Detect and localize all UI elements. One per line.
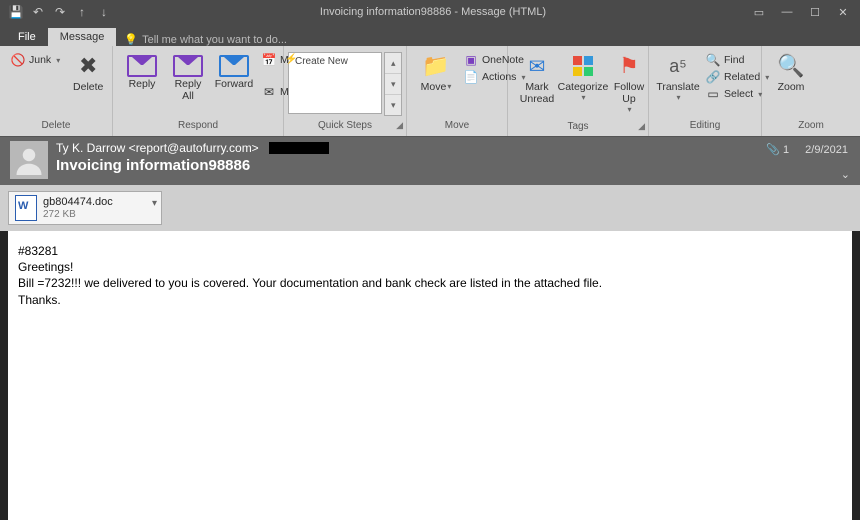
attachment-indicator: 📎 1 <box>766 143 789 156</box>
ribbon: 🚫 Junk▾ ✖ Delete Delete Reply <box>0 46 860 137</box>
create-new-quickstep: Create New <box>295 56 348 67</box>
group-label-quicksteps: Quick Steps◢ <box>284 120 406 136</box>
select-icon: ▭ <box>706 87 720 101</box>
outlook-message-window: 💾 ↶ ↷ ↑ ↓ Invoicing information98886 - M… <box>0 0 860 520</box>
group-zoom: 🔍 Zoom Zoom <box>762 46 860 136</box>
attachment-menu-button[interactable]: ▾ <box>152 198 157 209</box>
reply-button[interactable]: Reply <box>119 50 165 93</box>
group-editing: a⁵ Translate▾ 🔍 Find 🔗 Related▾ ▭ Select… <box>649 46 762 136</box>
message-body[interactable]: #83281 Greetings! Bill =7232!!! we deliv… <box>8 231 852 520</box>
junk-icon: 🚫 <box>11 53 25 67</box>
save-icon[interactable]: 💾 <box>8 4 24 20</box>
close-button[interactable]: ✕ <box>830 2 856 22</box>
actions-icon: 📄 <box>464 70 478 84</box>
tell-me-placeholder: Tell me what you want to do... <box>142 34 287 46</box>
maximize-button[interactable]: ☐ <box>802 2 828 22</box>
word-doc-icon <box>15 195 37 221</box>
group-delete: 🚫 Junk▾ ✖ Delete Delete <box>0 46 113 136</box>
redacted-recipient <box>269 142 329 154</box>
find-icon: 🔍 <box>706 53 720 67</box>
sender-from: Ty K. Darrow <report@autofurry.com> <box>56 141 259 155</box>
minimize-button[interactable]: — <box>774 2 800 22</box>
qs-more-icon[interactable]: ▾ <box>385 95 401 115</box>
body-line: Greetings! <box>18 259 842 275</box>
delete-icon: ✖ <box>74 52 102 80</box>
move-button[interactable]: 📁 Move▾ <box>413 50 459 96</box>
more-icon: ✉ <box>262 85 276 99</box>
zoom-icon: 🔍 <box>777 52 805 80</box>
paperclip-icon: 📎 <box>766 144 780 156</box>
group-move: 📁 Move▾ ▣ OneNote 📄 Actions▾ Move <box>407 46 508 136</box>
undo-icon[interactable]: ↶ <box>30 4 46 20</box>
group-label-respond: Respond <box>113 120 283 136</box>
quick-steps-spinner[interactable]: ▴ ▾ ▾ <box>384 52 402 116</box>
body-line: #83281 <box>18 243 842 259</box>
ribbon-tabs: File Message 💡 Tell me what you want to … <box>0 24 860 46</box>
group-tags: ✉ Mark Unread Categorize▾ ⚑ Follow Up▾ T… <box>508 46 649 136</box>
redo-icon[interactable]: ↷ <box>52 4 68 20</box>
related-icon: 🔗 <box>706 70 720 84</box>
group-label-zoom: Zoom <box>762 120 860 136</box>
lightbulb-icon: 💡 <box>124 33 138 46</box>
ribbon-options-icon[interactable]: ▭ <box>746 2 772 22</box>
window-title: Invoicing information98886 - Message (HT… <box>120 6 746 18</box>
delete-button[interactable]: ✖ Delete <box>65 50 111 96</box>
attachment-filename: gb804474.doc <box>43 196 113 208</box>
translate-button[interactable]: a⁵ Translate▾ <box>655 50 701 107</box>
flag-icon: ⚑ <box>615 52 643 80</box>
reply-all-icon <box>173 55 203 77</box>
group-label-delete: Delete <box>0 120 112 136</box>
reply-all-button[interactable]: Reply All <box>165 50 211 104</box>
up-arrow-icon[interactable]: ↑ <box>74 4 90 20</box>
tab-file[interactable]: File <box>6 28 48 46</box>
group-respond: Reply Reply All Forward 📅 Meeting <box>113 46 284 136</box>
onenote-icon: ▣ <box>464 53 478 67</box>
mark-unread-icon: ✉ <box>523 52 551 80</box>
categorize-icon <box>569 52 597 80</box>
sender-avatar <box>10 141 48 179</box>
expand-header-button[interactable]: ⌄ <box>841 168 850 181</box>
title-bar: 💾 ↶ ↷ ↑ ↓ Invoicing information98886 - M… <box>0 0 860 24</box>
down-arrow-icon[interactable]: ↓ <box>96 4 112 20</box>
forward-icon <box>219 55 249 77</box>
follow-up-button[interactable]: ⚑ Follow Up▾ <box>606 50 652 119</box>
qs-up-icon[interactable]: ▴ <box>385 53 401 74</box>
move-folder-icon: 📁 <box>422 52 450 80</box>
meeting-icon: 📅 <box>262 53 276 67</box>
qs-down-icon[interactable]: ▾ <box>385 74 401 95</box>
message-date: 2/9/2021 <box>805 144 848 156</box>
translate-icon: a⁵ <box>664 52 692 80</box>
message-header: Ty K. Darrow <report@autofurry.com> Invo… <box>0 137 860 185</box>
zoom-button[interactable]: 🔍 Zoom <box>768 50 814 96</box>
attachment-count: 1 <box>783 144 789 156</box>
forward-button[interactable]: Forward <box>211 50 257 93</box>
tell-me-search[interactable]: 💡 Tell me what you want to do... <box>116 33 295 46</box>
tab-message[interactable]: Message <box>48 28 117 46</box>
group-label-move: Move <box>407 120 507 136</box>
group-label-editing: Editing <box>649 120 761 136</box>
mark-unread-button[interactable]: ✉ Mark Unread <box>514 50 560 107</box>
body-line: Bill =7232!!! we delivered to you is cov… <box>18 275 842 291</box>
categorize-button[interactable]: Categorize▾ <box>560 50 606 107</box>
reply-icon <box>127 55 157 77</box>
quick-steps-gallery[interactable]: ⚡ Create New <box>288 52 382 114</box>
body-line: Thanks. <box>18 292 842 308</box>
attachment-size: 272 KB <box>43 209 113 220</box>
junk-button[interactable]: 🚫 Junk▾ <box>8 52 63 68</box>
attachment-item[interactable]: gb804474.doc 272 KB ▾ <box>8 191 162 225</box>
group-label-tags: Tags◢ <box>508 121 648 136</box>
message-subject: Invoicing information98886 <box>56 157 850 174</box>
attachment-bar: gb804474.doc 272 KB ▾ <box>0 185 860 231</box>
group-quick-steps: ⚡ Create New ▴ ▾ ▾ Quick Steps◢ <box>284 46 407 136</box>
